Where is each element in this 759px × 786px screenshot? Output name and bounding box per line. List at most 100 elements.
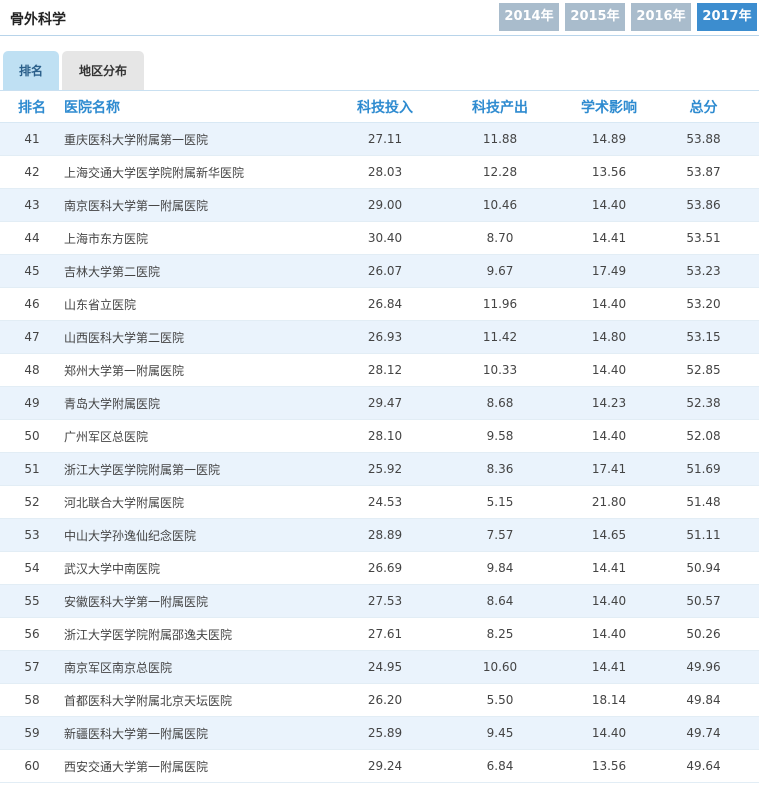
impact-cell: 13.56 — [591, 165, 627, 179]
impact-cell: 17.41 — [591, 462, 627, 476]
rank-cell: 46 — [24, 297, 40, 311]
total-score-cell: 50.94 — [686, 561, 721, 575]
investment-cell: 26.93 — [367, 330, 403, 344]
rank-cell: 54 — [24, 561, 40, 575]
total-score-cell: 52.38 — [686, 396, 721, 410]
rank-cell: 52 — [24, 495, 40, 509]
total-score-cell: 51.11 — [686, 528, 721, 542]
hospital-name-cell: 山东省立医院 — [64, 297, 137, 312]
total-score-cell: 49.64 — [686, 759, 721, 773]
hospital-name-cell: 广州军区总医院 — [64, 429, 149, 444]
output-cell: 10.60 — [482, 660, 518, 674]
impact-cell: 14.80 — [591, 330, 627, 344]
column-header-output: 科技产出 — [472, 99, 528, 116]
table-row: 49 青岛大学附属医院 29.47 8.68 14.23 52.38 — [0, 387, 759, 420]
hospital-name-cell: 武汉大学中南医院 — [64, 561, 161, 576]
rank-cell: 49 — [24, 396, 40, 410]
year-tab-2014[interactable]: 2014年 — [499, 3, 559, 31]
hospital-name-cell: 山西医科大学第二医院 — [64, 330, 185, 345]
column-header-investment: 科技投入 — [357, 99, 413, 116]
output-cell: 8.68 — [486, 396, 514, 410]
impact-cell: 14.41 — [591, 561, 627, 575]
investment-cell: 29.00 — [367, 198, 403, 212]
year-selector: 2014年 2015年 2016年 2017年 — [499, 3, 757, 31]
year-tab-2015[interactable]: 2015年 — [565, 3, 625, 31]
impact-cell: 14.65 — [591, 528, 627, 542]
hospital-name-cell: 新疆医科大学第一附属医院 — [64, 726, 209, 741]
impact-cell: 14.40 — [591, 198, 627, 212]
table-row: 57 南京军区南京总医院 24.95 10.60 14.41 49.96 — [0, 651, 759, 684]
total-score-cell: 49.74 — [686, 726, 721, 740]
hospital-name-cell: 中山大学孙逸仙纪念医院 — [64, 528, 197, 543]
investment-cell: 25.92 — [367, 462, 403, 476]
rank-cell: 42 — [24, 165, 40, 179]
total-score-cell: 49.84 — [686, 693, 721, 707]
hospital-name-cell: 浙江大学医学院附属邵逸夫医院 — [64, 627, 233, 642]
view-tabs: 排名 地区分布 — [0, 50, 759, 91]
investment-cell: 26.07 — [367, 264, 403, 278]
total-score-cell: 51.69 — [686, 462, 721, 476]
investment-cell: 29.24 — [367, 759, 403, 773]
rank-cell: 45 — [24, 264, 40, 278]
table-row: 60 西安交通大学第一附属医院 29.24 6.84 13.56 49.64 — [0, 750, 759, 783]
investment-cell: 27.53 — [367, 594, 403, 608]
table-row: 45 吉林大学第二医院 26.07 9.67 17.49 53.23 — [0, 255, 759, 288]
total-score-cell: 50.57 — [686, 594, 721, 608]
column-header-rank: 排名 — [18, 99, 46, 116]
output-cell: 8.25 — [486, 627, 514, 641]
impact-cell: 14.40 — [591, 726, 627, 740]
output-cell: 11.42 — [482, 330, 518, 344]
hospital-name-cell: 吉林大学第二医院 — [64, 264, 161, 279]
year-tab-2017[interactable]: 2017年 — [697, 3, 757, 31]
column-header-impact: 学术影响 — [581, 99, 637, 116]
investment-cell: 29.47 — [367, 396, 403, 410]
output-cell: 9.45 — [486, 726, 514, 740]
rank-cell: 53 — [24, 528, 40, 542]
page-title: 骨外科学 — [10, 12, 66, 28]
rank-cell: 48 — [24, 363, 40, 377]
rank-cell: 55 — [24, 594, 40, 608]
table-row: 52 河北联合大学附属医院 24.53 5.15 21.80 51.48 — [0, 486, 759, 519]
investment-cell: 28.12 — [367, 363, 403, 377]
rank-cell: 47 — [24, 330, 40, 344]
impact-cell: 21.80 — [591, 495, 627, 509]
output-cell: 9.84 — [486, 561, 514, 575]
impact-cell: 14.40 — [591, 627, 627, 641]
table-row: 47 山西医科大学第二医院 26.93 11.42 14.80 53.15 — [0, 321, 759, 354]
page-header: 骨外科学 2014年 2015年 2016年 2017年 — [0, 0, 759, 36]
impact-cell: 14.41 — [591, 231, 627, 245]
tab-ranking[interactable]: 排名 — [3, 51, 59, 91]
investment-cell: 28.89 — [367, 528, 403, 542]
total-score-cell: 51.48 — [686, 495, 721, 509]
table-header: 排名 医院名称 科技投入 科技产出 学术影响 总分 — [0, 91, 759, 123]
investment-cell: 28.10 — [367, 429, 403, 443]
investment-cell: 24.95 — [367, 660, 403, 674]
total-score-cell: 53.86 — [686, 198, 721, 212]
rank-cell: 41 — [24, 132, 40, 146]
rank-cell: 58 — [24, 693, 40, 707]
total-score-cell: 53.87 — [686, 165, 721, 179]
table-row: 56 浙江大学医学院附属邵逸夫医院 27.61 8.25 14.40 50.26 — [0, 618, 759, 651]
ranking-table: 排名 医院名称 科技投入 科技产出 学术影响 总分 41 重庆医科大学附属第一医院… — [0, 90, 759, 783]
impact-cell: 14.40 — [591, 297, 627, 311]
investment-cell: 26.20 — [367, 693, 403, 707]
total-score-cell: 53.51 — [686, 231, 721, 245]
total-score-cell: 53.23 — [686, 264, 721, 278]
impact-cell: 18.14 — [591, 693, 627, 707]
output-cell: 11.88 — [482, 132, 518, 146]
output-cell: 5.50 — [486, 693, 514, 707]
rank-cell: 51 — [24, 462, 40, 476]
impact-cell: 14.89 — [591, 132, 627, 146]
investment-cell: 24.53 — [367, 495, 403, 509]
output-cell: 10.46 — [482, 198, 518, 212]
tab-region-distribution[interactable]: 地区分布 — [62, 51, 144, 91]
table-row: 43 南京医科大学第一附属医院 29.00 10.46 14.40 53.86 — [0, 189, 759, 222]
investment-cell: 30.40 — [367, 231, 403, 245]
investment-cell: 28.03 — [367, 165, 403, 179]
output-cell: 9.58 — [486, 429, 514, 443]
year-tab-2016[interactable]: 2016年 — [631, 3, 691, 31]
hospital-name-cell: 河北联合大学附属医院 — [64, 495, 185, 510]
table-row: 54 武汉大学中南医院 26.69 9.84 14.41 50.94 — [0, 552, 759, 585]
table-row: 42 上海交通大学医学院附属新华医院 28.03 12.28 13.56 53.87 — [0, 156, 759, 189]
total-score-cell: 53.15 — [686, 330, 721, 344]
